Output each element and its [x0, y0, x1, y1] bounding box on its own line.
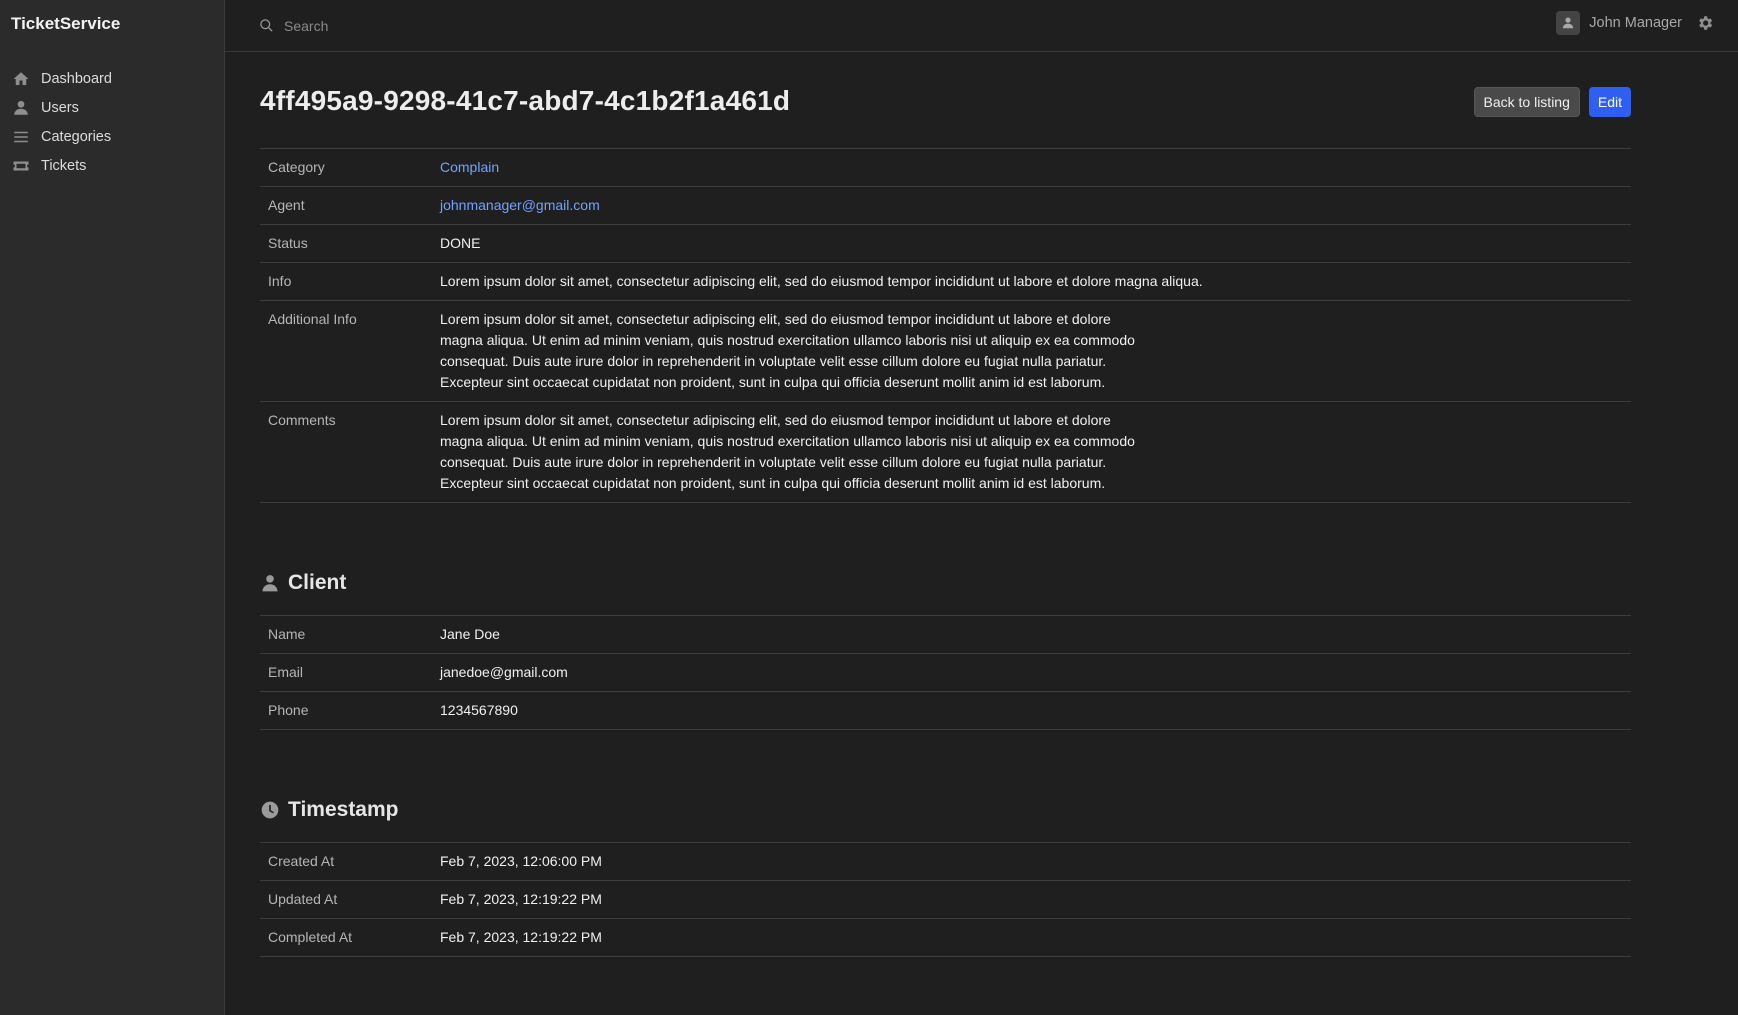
page-title: 4ff495a9-9298-41c7-abd7-4c1b2f1a461d — [260, 85, 791, 116]
table-row: Updated At Feb 7, 2023, 12:19:22 PM — [260, 880, 1631, 919]
comments-value: Lorem ipsum dolor sit amet, consectetur … — [440, 412, 1135, 491]
table-row: Phone 1234567890 — [260, 691, 1631, 730]
row-label: Name — [268, 626, 306, 642]
completed-at-value: Feb 7, 2023, 12:19:22 PM — [440, 929, 602, 945]
row-label: Comments — [268, 412, 336, 428]
section-title-text: Client — [288, 571, 347, 594]
row-label: Updated At — [268, 891, 338, 907]
row-label: Additional Info — [268, 311, 357, 327]
table-row: Completed At Feb 7, 2023, 12:19:22 PM — [260, 918, 1631, 957]
gear-icon[interactable] — [1696, 14, 1714, 32]
table-row: Category Complain — [260, 148, 1631, 187]
user-icon — [12, 99, 30, 117]
sidebar-item-label: Dashboard — [41, 70, 112, 87]
ticket-icon — [12, 157, 30, 175]
sidebar-item-label: Users — [41, 99, 79, 116]
updated-at-value: Feb 7, 2023, 12:19:22 PM — [440, 891, 602, 907]
list-icon — [12, 128, 30, 146]
table-row: Agent johnmanager@gmail.com — [260, 186, 1631, 225]
back-to-listing-button[interactable]: Back to listing — [1473, 87, 1580, 117]
table-row: Created At Feb 7, 2023, 12:06:00 PM — [260, 842, 1631, 881]
search-bar — [259, 17, 659, 34]
client-table: Name Jane Doe Email janedoe@gmail.com Ph… — [260, 615, 1631, 730]
created-at-value: Feb 7, 2023, 12:06:00 PM — [440, 853, 602, 869]
home-icon — [12, 70, 30, 88]
timestamp-table: Created At Feb 7, 2023, 12:06:00 PM Upda… — [260, 842, 1631, 957]
table-row: Name Jane Doe — [260, 615, 1631, 654]
main-content: John Manager 4ff495a9-9298-41c7-abd7-4c1… — [225, 0, 1738, 1015]
table-row: Comments Lorem ipsum dolor sit amet, con… — [260, 401, 1631, 503]
avatar[interactable] — [1556, 11, 1581, 35]
row-label: Category — [268, 159, 325, 175]
row-label: Info — [268, 273, 292, 289]
user-name[interactable]: John Manager — [1589, 15, 1682, 31]
ticket-details-table: Category Complain Agent johnmanager@gmai… — [260, 148, 1631, 503]
table-row: Status DONE — [260, 224, 1631, 263]
row-label: Agent — [268, 197, 305, 213]
agent-link[interactable]: johnmanager@gmail.com — [440, 197, 600, 213]
client-phone-value: 1234567890 — [440, 702, 518, 718]
edit-button[interactable]: Edit — [1588, 87, 1631, 117]
user-menu: John Manager — [1556, 11, 1714, 35]
sidebar: TicketService Dashboard Users Categories — [0, 0, 225, 1015]
table-row: Email janedoe@gmail.com — [260, 653, 1631, 692]
row-label: Status — [268, 235, 308, 251]
clock-icon — [261, 801, 279, 819]
client-email-value: janedoe@gmail.com — [440, 664, 568, 680]
additional-info-value: Lorem ipsum dolor sit amet, consectetur … — [440, 311, 1135, 390]
client-name-value: Jane Doe — [440, 626, 500, 642]
sidebar-item-dashboard[interactable]: Dashboard — [0, 64, 224, 93]
sidebar-item-users[interactable]: Users — [0, 93, 224, 122]
row-label: Email — [268, 664, 304, 680]
row-label: Created At — [268, 853, 335, 869]
page-header: 4ff495a9-9298-41c7-abd7-4c1b2f1a461d Bac… — [260, 52, 1631, 148]
sidebar-item-label: Tickets — [41, 157, 87, 174]
ticket-detail: 4ff495a9-9298-41c7-abd7-4c1b2f1a461d Bac… — [225, 52, 1738, 957]
topbar: John Manager — [225, 0, 1738, 52]
search-icon — [260, 19, 273, 32]
row-label: Completed At — [268, 929, 353, 945]
table-row: Additional Info Lorem ipsum dolor sit am… — [260, 300, 1631, 402]
user-icon — [262, 575, 278, 592]
sidebar-item-label: Categories — [41, 128, 112, 145]
sidebar-item-categories[interactable]: Categories — [0, 122, 224, 151]
page-actions: Back to listing Edit — [1473, 87, 1631, 117]
section-title-text: Timestamp — [288, 798, 399, 821]
user-avatar-icon — [1563, 17, 1574, 29]
client-section-title: Client — [260, 563, 1631, 603]
timestamp-section-title: Timestamp — [260, 790, 1631, 830]
sidebar-nav: Dashboard Users Categories Tickets — [0, 64, 224, 180]
info-value: Lorem ipsum dolor sit amet, consectetur … — [440, 273, 1203, 289]
category-link[interactable]: Complain — [440, 159, 499, 175]
table-row: Info Lorem ipsum dolor sit amet, consect… — [260, 262, 1631, 301]
brand-logo[interactable]: TicketService — [0, 0, 224, 48]
row-label: Phone — [268, 702, 309, 718]
app: TicketService Dashboard Users Categories — [0, 0, 1738, 1015]
status-value: DONE — [440, 235, 481, 251]
sidebar-item-tickets[interactable]: Tickets — [0, 151, 224, 180]
search-input[interactable] — [284, 17, 624, 34]
